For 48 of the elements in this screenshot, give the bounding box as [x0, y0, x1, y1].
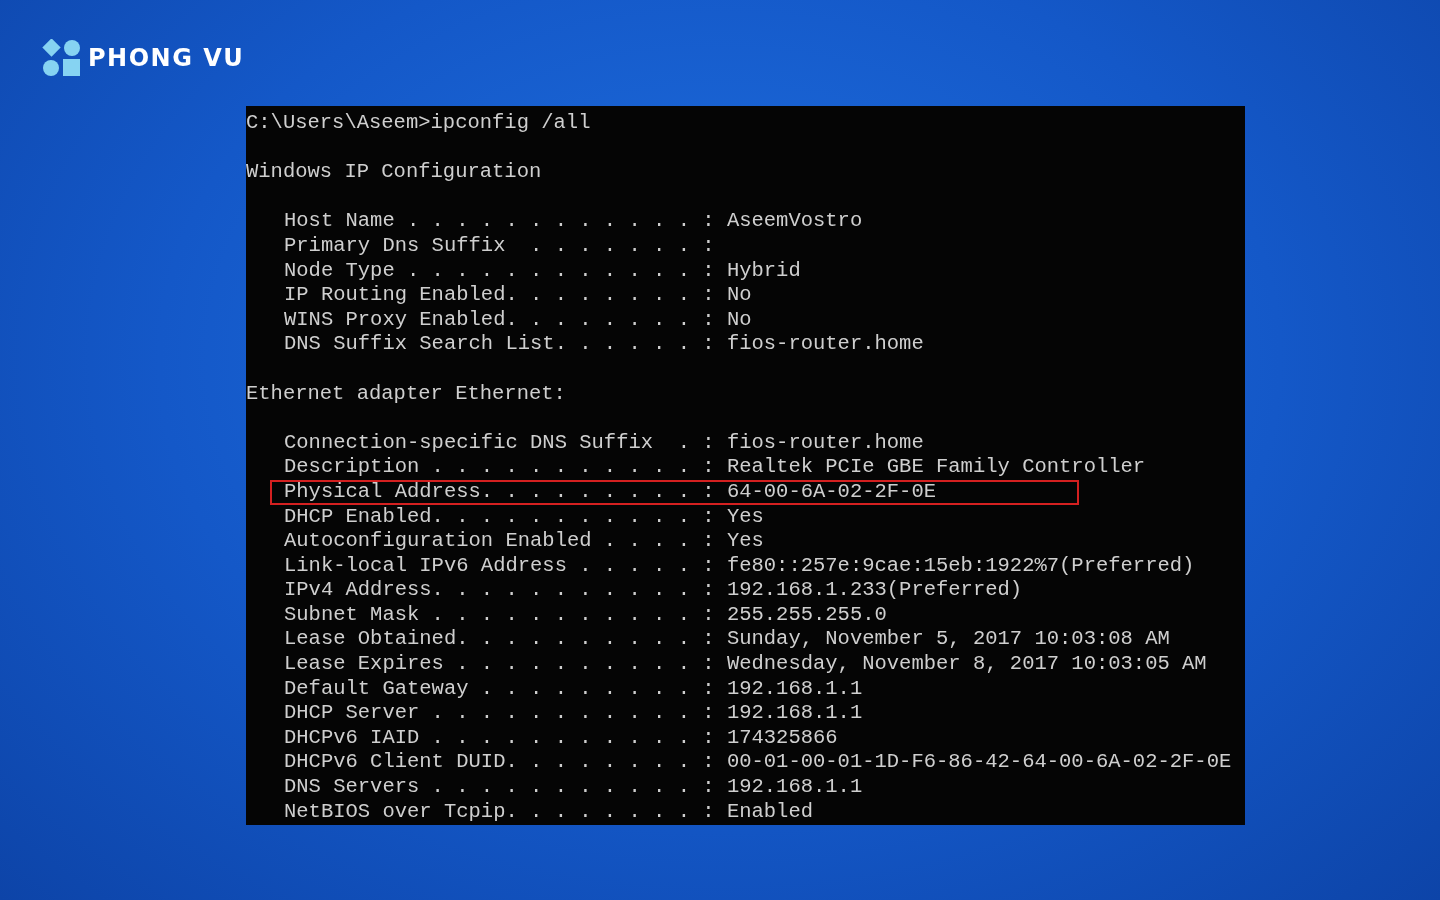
field-label: Description . . . . . . . . . . . : [284, 455, 715, 480]
field-value: No [725, 307, 752, 333]
field-value: No [725, 283, 752, 308]
field-label: Host Name . . . . . . . . . . . . : [284, 209, 715, 234]
field-value: 00-01-00-01-1D-F6-86-42-64-00-6A-02-2F-0E [725, 750, 1232, 776]
logo-icon [42, 39, 82, 77]
field-label: DHCPv6 IAID . . . . . . . . . . . : [284, 725, 715, 751]
field-value: Wednesday, November 8, 2017 10:03:05 AM [725, 652, 1207, 677]
field-label: Primary Dns Suffix . . . . . . . : [284, 233, 715, 259]
field-label: Subnet Mask . . . . . . . . . . . : [284, 602, 715, 628]
field-value: 255.255.255.0 [725, 602, 887, 628]
field-label: DHCP Server . . . . . . . . . . . : [284, 701, 715, 726]
field-value: 174325866 [725, 725, 838, 751]
command-prompt: C:\Users\Aseem>ipconfig /all [246, 111, 591, 136]
field-value: 64-00-6A-02-2F-0E [725, 479, 936, 505]
field-value: Hybrid [725, 258, 801, 284]
field-label: WINS Proxy Enabled. . . . . . . . : [284, 307, 715, 333]
field-value: Sunday, November 5, 2017 10:03:08 AM [725, 627, 1170, 653]
field-label: Autoconfiguration Enabled . . . . : [284, 529, 715, 554]
field-value: fe80::257e:9cae:15eb:1922%7(Preferred) [725, 553, 1195, 579]
field-label: Link-local IPv6 Address . . . . . : [284, 553, 715, 579]
field-label: DHCPv6 Client DUID. . . . . . . . : [284, 750, 715, 776]
field-label: DHCP Enabled. . . . . . . . . . . : [284, 504, 715, 530]
field-label: Lease Obtained. . . . . . . . . . : [284, 627, 715, 653]
field-value: 192.168.1.1 [725, 676, 863, 702]
field-value: AseemVostro [725, 209, 863, 234]
field-value: fios-router.home [725, 430, 924, 456]
field-label: Default Gateway . . . . . . . . . : [284, 676, 715, 702]
section-heading: Ethernet adapter Ethernet: [246, 381, 566, 407]
field-label: DNS Servers . . . . . . . . . . . : [284, 775, 715, 800]
field-label: NetBIOS over Tcpip. . . . . . . . : [284, 799, 715, 825]
field-value: Yes [725, 529, 764, 554]
field-label: Connection-specific DNS Suffix . : [284, 430, 715, 456]
field-value: 192.168.1.1 [725, 701, 863, 726]
field-label: IP Routing Enabled. . . . . . . . : [284, 283, 715, 308]
field-label: Physical Address. . . . . . . . . : [284, 479, 715, 505]
field-label: IPv4 Address. . . . . . . . . . . : [284, 578, 715, 603]
field-value: 192.168.1.1 [725, 775, 863, 800]
field-value: Enabled [725, 799, 813, 825]
field-label: Lease Expires . . . . . . . . . . : [284, 652, 715, 677]
field-label: DNS Suffix Search List. . . . . . : [284, 332, 715, 357]
field-value: Realtek PCIe GBE Family Controller [725, 455, 1146, 480]
field-value: 192.168.1.233(Preferred) [725, 578, 1023, 603]
field-value: fios-router.home [725, 332, 924, 357]
field-value: Yes [725, 504, 764, 530]
brand-name: PHONG VU [88, 44, 245, 72]
field-label: Node Type . . . . . . . . . . . . : [284, 258, 715, 284]
section-heading: Windows IP Configuration [246, 160, 542, 185]
